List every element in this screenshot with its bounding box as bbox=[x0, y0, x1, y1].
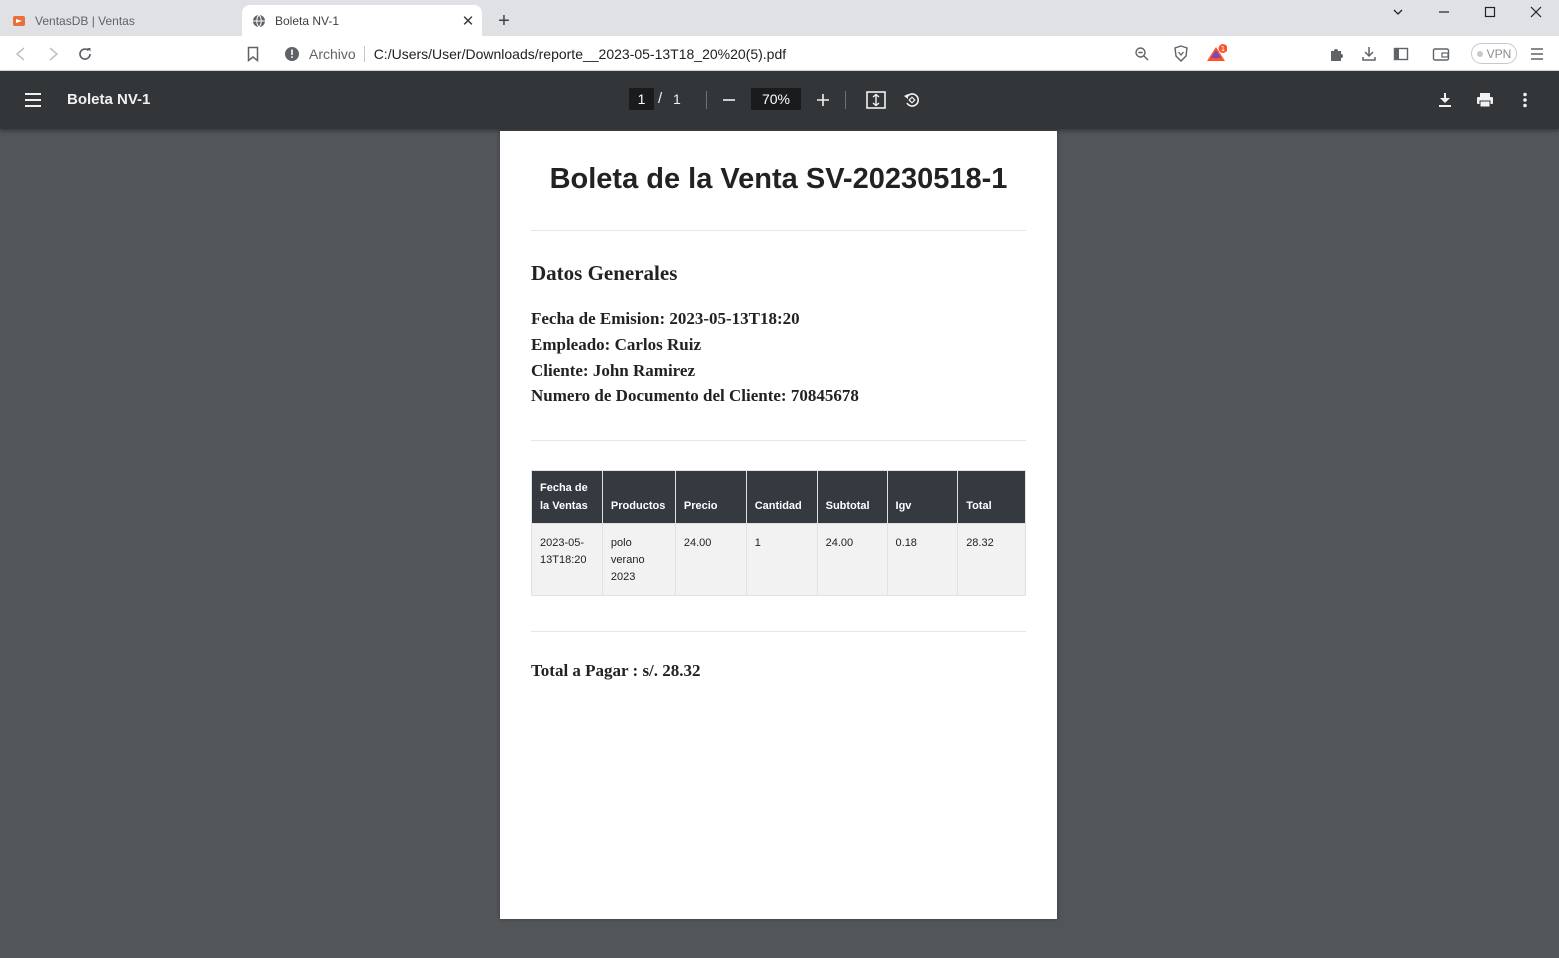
url-text[interactable]: C:/Users/User/Downloads/reporte__2023-05… bbox=[374, 46, 1232, 62]
globe-icon bbox=[252, 14, 266, 28]
divider bbox=[531, 230, 1026, 231]
col-header-igv: Igv bbox=[886, 470, 959, 524]
sidebar-icon[interactable] bbox=[1389, 42, 1413, 66]
toolbar-divider bbox=[845, 91, 846, 109]
table-row: 2023-05-13T18:20 polo verano 2023 24.00 … bbox=[531, 523, 1026, 596]
cell-fecha: 2023-05-13T18:20 bbox=[531, 523, 603, 596]
zoom-in-button[interactable] bbox=[811, 88, 835, 112]
close-window-button[interactable] bbox=[1513, 0, 1559, 24]
maximize-button[interactable] bbox=[1467, 0, 1513, 24]
extensions-puzzle-icon[interactable] bbox=[1325, 42, 1349, 66]
minimize-button[interactable] bbox=[1421, 0, 1467, 24]
back-icon[interactable] bbox=[9, 42, 33, 66]
vpn-status-dot bbox=[1476, 50, 1483, 57]
total-to-pay: Total a Pagar : s/. 28.32 bbox=[531, 661, 701, 680]
forward-icon[interactable] bbox=[41, 42, 65, 66]
fit-to-page-icon[interactable] bbox=[864, 88, 888, 112]
browser-toolbar: Archivo C:/Users/User/Downloads/reporte_… bbox=[0, 36, 1559, 71]
col-header-subtotal: Subtotal bbox=[816, 470, 888, 524]
pdf-toolbar: Boleta NV-1 1 / 1 70% bbox=[0, 71, 1559, 129]
cell-total: 28.32 bbox=[957, 523, 1026, 596]
cell-subtotal: 24.00 bbox=[816, 523, 888, 596]
reload-icon[interactable] bbox=[73, 42, 97, 66]
tab-strip: VentasDB | Ventas Boleta NV-1 ✕ + bbox=[0, 0, 1559, 36]
tab-search-chevron-icon[interactable] bbox=[1375, 0, 1421, 24]
tab-title: Boleta NV-1 bbox=[275, 13, 340, 28]
vpn-label: VPN bbox=[1486, 46, 1512, 61]
brave-rewards-icon[interactable]: 1 bbox=[1204, 42, 1228, 66]
col-header-total: Total bbox=[957, 470, 1026, 524]
cell-productos: polo verano 2023 bbox=[601, 523, 676, 596]
page-total: 1 bbox=[673, 91, 681, 107]
tab-boleta[interactable]: Boleta NV-1 ✕ bbox=[242, 5, 482, 36]
pdf-page: Boleta de la Venta SV-20230518-1 Datos G… bbox=[500, 131, 1057, 919]
cell-igv: 0.18 bbox=[886, 523, 959, 596]
vpn-button[interactable]: VPN bbox=[1471, 43, 1517, 64]
downloads-icon[interactable] bbox=[1357, 42, 1381, 66]
rotate-icon[interactable] bbox=[900, 88, 924, 112]
scheme-label: Archivo bbox=[309, 45, 356, 62]
browser-menu-icon[interactable] bbox=[1525, 42, 1549, 66]
tab-title: VentasDB | Ventas bbox=[35, 13, 135, 28]
zoom-out-button[interactable] bbox=[717, 88, 741, 112]
info-icon[interactable] bbox=[284, 46, 300, 62]
rewards-badge-count: 1 bbox=[1221, 45, 1225, 53]
zoom-out-icon[interactable] bbox=[1130, 42, 1154, 66]
page-number-input[interactable]: 1 bbox=[629, 88, 654, 110]
wallet-icon[interactable] bbox=[1429, 42, 1453, 66]
field-numero-documento: Numero de Documento del Cliente: 7084567… bbox=[531, 386, 859, 405]
zoom-level-input[interactable]: 70% bbox=[751, 88, 801, 110]
bookmark-icon[interactable] bbox=[241, 42, 265, 66]
tab-ventasdb[interactable]: VentasDB | Ventas bbox=[0, 5, 240, 36]
download-icon[interactable] bbox=[1433, 88, 1457, 112]
print-icon[interactable] bbox=[1473, 88, 1497, 112]
address-bar[interactable]: Archivo C:/Users/User/Downloads/reporte_… bbox=[276, 40, 1232, 67]
field-cliente: Cliente: John Ramirez bbox=[531, 361, 695, 380]
divider bbox=[531, 440, 1026, 441]
divider bbox=[531, 631, 1026, 632]
col-header-precio: Precio bbox=[674, 470, 747, 524]
omnibox-divider bbox=[363, 45, 365, 62]
cell-precio: 24.00 bbox=[674, 523, 747, 596]
brave-shields-icon[interactable] bbox=[1169, 42, 1193, 66]
field-empleado: Empleado: Carlos Ruiz bbox=[531, 335, 701, 354]
toolbar-divider bbox=[706, 91, 707, 109]
section-heading: Datos Generales bbox=[531, 261, 678, 285]
col-header-productos: Productos bbox=[601, 470, 676, 524]
col-header-fecha: Fecha de la Ventas bbox=[531, 470, 603, 524]
pdf-document-title: Boleta NV-1 bbox=[67, 91, 151, 108]
field-fecha-emision: Fecha de Emision: 2023-05-13T18:20 bbox=[531, 309, 800, 328]
more-options-icon[interactable] bbox=[1513, 88, 1537, 112]
receipt-title: Boleta de la Venta SV-20230518-1 bbox=[549, 163, 1008, 195]
cell-cantidad: 1 bbox=[745, 523, 818, 596]
sales-table: Fecha de la Ventas Productos Precio Cant… bbox=[531, 470, 1026, 596]
col-header-cantidad: Cantidad bbox=[745, 470, 818, 524]
app-favicon-icon bbox=[12, 14, 26, 28]
page-separator: / bbox=[658, 90, 663, 107]
table-header-row: Fecha de la Ventas Productos Precio Cant… bbox=[531, 470, 1026, 524]
close-tab-icon[interactable]: ✕ bbox=[458, 11, 478, 31]
hamburger-menu-icon[interactable] bbox=[21, 88, 45, 112]
new-tab-button[interactable]: + bbox=[492, 9, 516, 33]
